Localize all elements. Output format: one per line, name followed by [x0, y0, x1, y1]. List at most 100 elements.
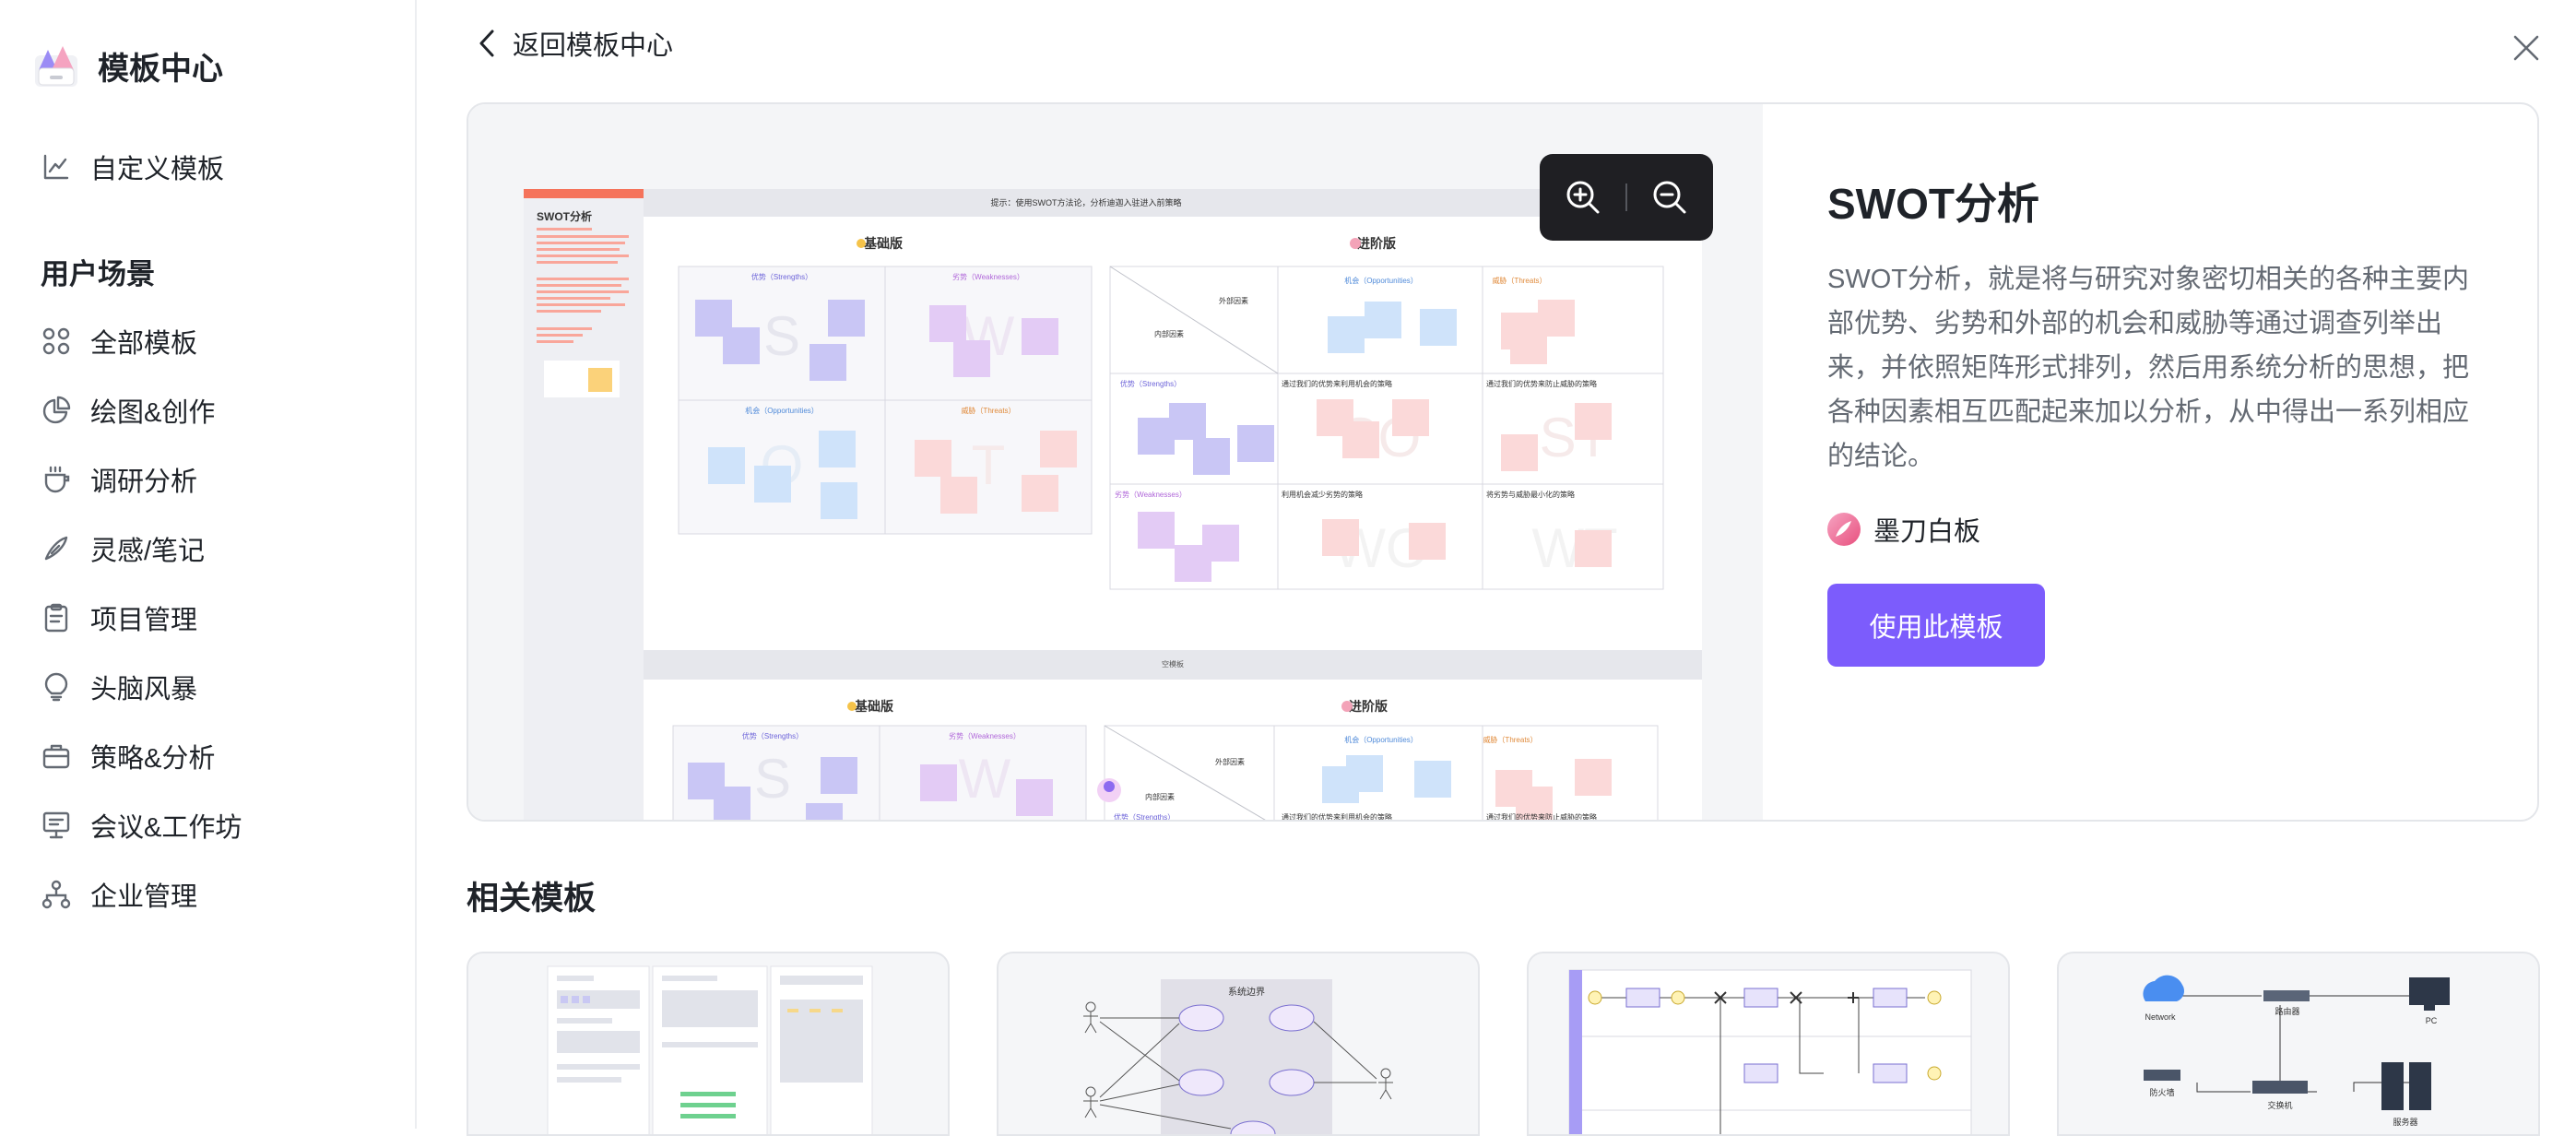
- brand: 模板中心: [33, 42, 223, 89]
- sidebar-item-research[interactable]: 调研分析: [41, 454, 197, 505]
- sidebar-item-label: 头脑风暴: [90, 675, 198, 704]
- system-boundary-label: 系统边界: [1228, 986, 1265, 998]
- preview-sheet-title: SWOT分析: [537, 209, 592, 223]
- svg-text:交换机: 交换机: [2267, 1100, 2292, 1110]
- svg-text:机会（Opportunities）: 机会（Opportunities）: [1344, 735, 1418, 744]
- sidebar-item-custom[interactable]: 自定义模板: [41, 141, 224, 193]
- basic-version-label: 基础版: [864, 236, 903, 251]
- sidebar-item-label: 策略&分析: [90, 744, 216, 774]
- sidebar-item-notes[interactable]: 灵感/笔记: [41, 523, 205, 574]
- svg-text:S: S: [754, 748, 791, 810]
- sidebar-item-all[interactable]: 全部模板: [41, 315, 197, 367]
- svg-text:优势（Strengths）: 优势（Strengths）: [1120, 379, 1181, 388]
- lightbulb-icon: [41, 671, 72, 703]
- template-preview-area[interactable]: SWOT分析 提示：使用SWOT方法论，分析迪迦入驻进入前策略 基础版 进阶版: [468, 104, 1763, 820]
- svg-text:内部因素: 内部因素: [1145, 792, 1175, 801]
- presentation-icon: [41, 810, 72, 841]
- svg-text:劣势（Weaknesses）: 劣势（Weaknesses）: [1115, 490, 1187, 499]
- zoom-toolbar: [1540, 154, 1713, 241]
- svg-text:将劣势与威胁最小化的策略: 将劣势与威胁最小化的策略: [1486, 490, 1575, 499]
- related-template-thumbnail: Network 路由器 PC 防火墙 交换机 服务器: [2143, 975, 2450, 1127]
- sidebar-item-label: 绘图&创作: [90, 398, 216, 428]
- related-template-card[interactable]: [467, 952, 950, 1136]
- sidebar-item-meeting[interactable]: 会议&工作坊: [41, 799, 242, 851]
- author-name: 墨刀白板: [1873, 517, 1981, 547]
- svg-text:利用机会减少劣势的策略: 利用机会减少劣势的策略: [1282, 490, 1363, 499]
- svg-text:通过我们的优势来利用机会的策略: 通过我们的优势来利用机会的策略: [1282, 812, 1392, 822]
- template-description: SWOT分析，就是将与研究对象密切相关的各种主要内部优势、劣势和外部的机会和威胁…: [1827, 265, 2470, 471]
- sidebar-item-label: 调研分析: [90, 467, 198, 497]
- related-template-card[interactable]: 系统边界: [997, 952, 1480, 1136]
- svg-text:劣势（Weaknesses）: 劣势（Weaknesses）: [949, 731, 1021, 740]
- chart-edit-icon: [41, 151, 72, 183]
- sidebar-section-title: 用户场景: [41, 258, 155, 290]
- svg-text:内部因素: 内部因素: [1154, 329, 1184, 338]
- sidebar-item-label: 会议&工作坊: [90, 813, 242, 843]
- firewall-icon: [2144, 1070, 2180, 1081]
- svg-text:通过我们的优势来利用机会的策略: 通过我们的优势来利用机会的策略: [1282, 379, 1392, 388]
- sidebar-item-label: 企业管理: [90, 882, 198, 912]
- svg-text:进阶版: 进阶版: [1349, 699, 1388, 714]
- template-center-logo-icon: [33, 42, 79, 89]
- cup-icon: [41, 464, 72, 495]
- svg-text:服务器: 服务器: [2393, 1117, 2417, 1127]
- close-icon[interactable]: [2510, 31, 2543, 65]
- svg-text:优势（Strengths）: 优势（Strengths）: [1114, 812, 1175, 822]
- related-templates-title: 相关模板: [467, 881, 597, 917]
- back-to-template-center[interactable]: 返回模板中心: [474, 24, 673, 63]
- router-icon: [2263, 990, 2310, 1001]
- related-template-card[interactable]: Network 路由器 PC 防火墙 交换机 服务器: [2057, 952, 2540, 1136]
- related-template-thumbnail: [547, 965, 873, 1134]
- sidebar-item-strategy[interactable]: 策略&分析: [41, 730, 215, 782]
- swot-preview-canvas: SWOT分析 提示：使用SWOT方法论，分析迪迦入驻进入前策略 基础版 进阶版: [524, 189, 1702, 822]
- pie-chart-icon: [41, 395, 72, 426]
- svg-text:空模板: 空模板: [1162, 659, 1184, 669]
- zoom-divider: [1625, 183, 1627, 211]
- sidebar-title: 模板中心: [98, 51, 223, 87]
- pc-icon: [2409, 977, 2450, 1005]
- clipboard-icon: [41, 602, 72, 633]
- sidebar: 模板中心 自定义模板 用户场景 全部模板 绘图&创作 调研分析 灵感/笔记 项目…: [0, 0, 417, 1129]
- related-template-card[interactable]: [1527, 952, 2010, 1136]
- svg-text:通过我们的优势来防止威胁的策略: 通过我们的优势来防止威胁的策略: [1486, 379, 1597, 388]
- briefcase-icon: [41, 740, 72, 772]
- template-title: SWOT分析: [1827, 180, 2039, 228]
- svg-text:外部因素: 外部因素: [1219, 296, 1248, 305]
- svg-text:S: S: [763, 305, 800, 367]
- sidebar-item-enterprise[interactable]: 企业管理: [41, 869, 197, 920]
- preview-tip: 提示：使用SWOT方法论，分析迪迦入驻进入前策略: [991, 197, 1182, 207]
- advanced-version-label: 进阶版: [1357, 236, 1396, 251]
- use-template-button[interactable]: 使用此模板: [1827, 584, 2045, 667]
- svg-text:PC: PC: [2426, 1016, 2438, 1025]
- sidebar-item-label: 全部模板: [90, 329, 198, 359]
- pen-icon: [41, 533, 72, 564]
- svg-text:威胁（Threats）: 威胁（Threats）: [1492, 276, 1546, 285]
- related-template-thumbnail: [1568, 969, 1972, 1134]
- org-chart-icon: [41, 879, 72, 910]
- sidebar-item-brainstorm[interactable]: 头脑风暴: [41, 661, 197, 713]
- svg-text:通过我们的优势来防止威胁的策略: 通过我们的优势来防止威胁的策略: [1486, 812, 1597, 822]
- sidebar-item-project[interactable]: 项目管理: [41, 592, 197, 644]
- svg-text:机会（Opportunities）: 机会（Opportunities）: [1344, 276, 1418, 285]
- svg-text:威胁（Threats）: 威胁（Threats）: [961, 406, 1015, 415]
- sidebar-item-label: 自定义模板: [90, 155, 225, 184]
- svg-text:威胁（Threats）: 威胁（Threats）: [1483, 735, 1537, 744]
- svg-text:机会（Opportunities）: 机会（Opportunities）: [745, 406, 819, 415]
- chevron-left-icon: [474, 28, 502, 59]
- switch-icon: [2252, 1081, 2308, 1094]
- grid-icon: [41, 325, 72, 357]
- template-author: 墨刀白板: [1827, 510, 1980, 549]
- sidebar-item-label: 灵感/笔记: [90, 537, 206, 566]
- svg-text:路由器: 路由器: [2275, 1006, 2299, 1016]
- svg-text:优势（Strengths）: 优势（Strengths）: [751, 272, 812, 281]
- svg-text:外部因素: 外部因素: [1215, 757, 1245, 766]
- svg-text:防火墙: 防火墙: [2149, 1087, 2174, 1097]
- svg-text:优势（Strengths）: 优势（Strengths）: [742, 731, 803, 740]
- server-icon: [2381, 1062, 2404, 1110]
- zoom-in-icon[interactable]: [1563, 177, 1603, 218]
- zoom-out-icon[interactable]: [1649, 177, 1690, 218]
- sidebar-item-drawing[interactable]: 绘图&创作: [41, 385, 215, 436]
- related-template-thumbnail: 系统边界: [1083, 979, 1393, 1134]
- back-label: 返回模板中心: [513, 31, 674, 61]
- svg-text:劣势（Weaknesses）: 劣势（Weaknesses）: [952, 272, 1024, 281]
